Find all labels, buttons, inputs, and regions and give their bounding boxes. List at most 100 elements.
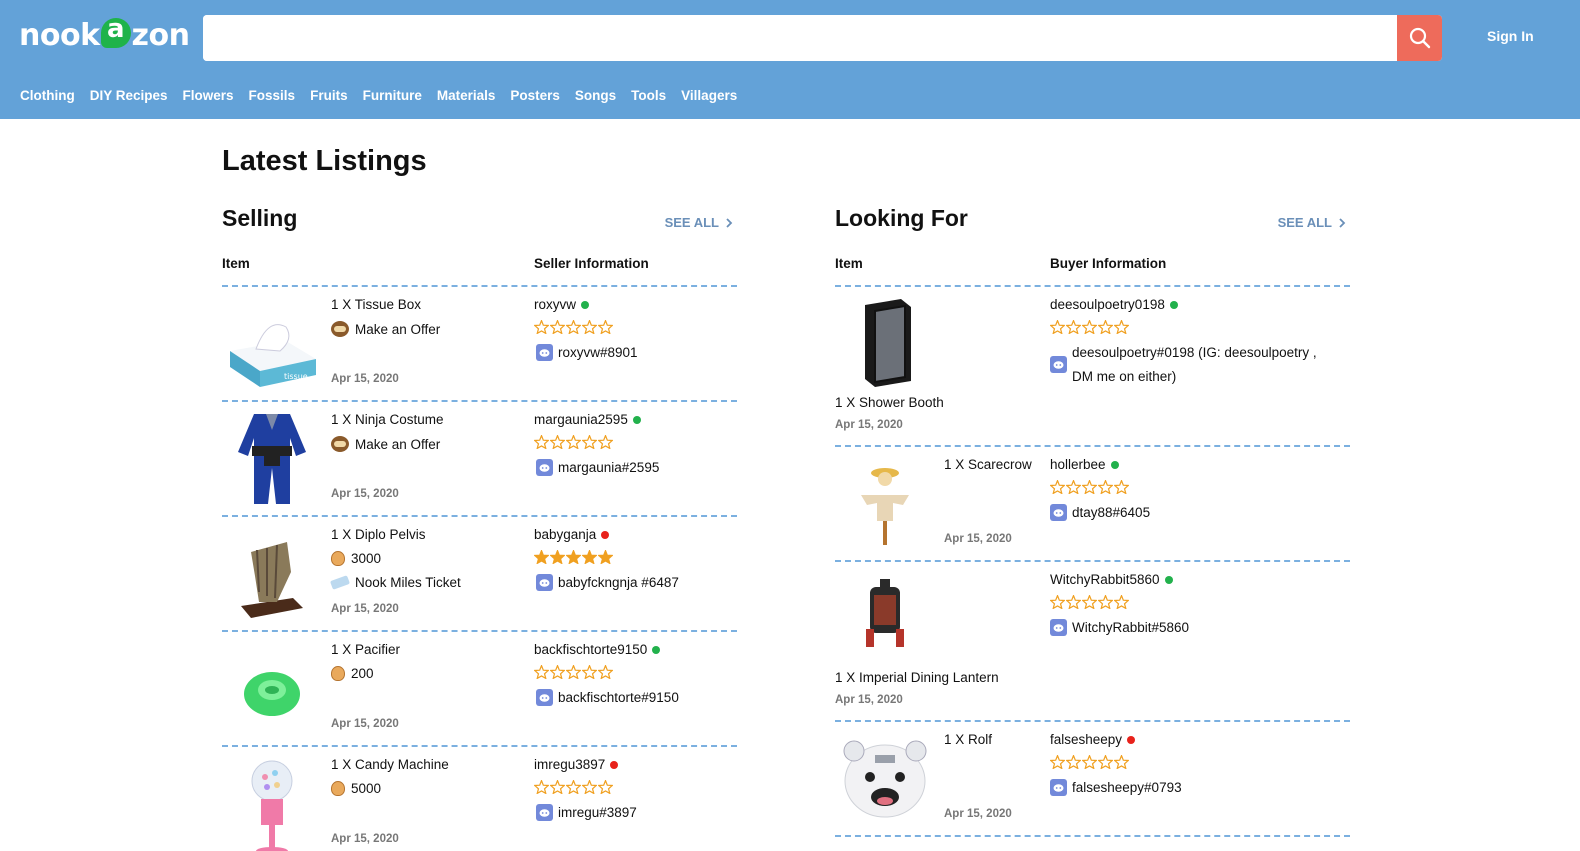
- nav-furniture[interactable]: Furniture: [363, 88, 422, 103]
- seller-name[interactable]: imregu3897: [534, 757, 619, 772]
- discord-contact[interactable]: deesoulpoetry#0198 (IG: deesoulpoetry , D…: [1050, 341, 1350, 389]
- pacifier-image: [224, 644, 320, 740]
- selling-row[interactable]: 1 X Candy Machine 5000 Apr 15, 2020 imre…: [222, 745, 737, 851]
- discord-handle: imregu#3897: [558, 805, 637, 820]
- nav-flowers[interactable]: Flowers: [183, 88, 234, 103]
- online-status-dot: [581, 300, 590, 309]
- star-outline-icon: [1098, 320, 1113, 334]
- star-outline-icon: [1082, 320, 1097, 334]
- star-outline-icon: [1050, 595, 1065, 609]
- selling-row[interactable]: 1 X Pacifier 200 Apr 15, 2020 backfischt…: [222, 630, 737, 745]
- discord-icon: [536, 344, 553, 361]
- selling-row[interactable]: 1 X Ninja Costume Make an Offer Apr 15, …: [222, 400, 737, 515]
- seller-name[interactable]: backfischtorte9150: [534, 642, 661, 657]
- looking-col-item: Item: [835, 256, 863, 271]
- seller-name[interactable]: roxyvw: [534, 297, 590, 312]
- candy-machine-image: [224, 757, 320, 851]
- shower-booth-image: [837, 297, 933, 387]
- nav-fossils[interactable]: Fossils: [249, 88, 296, 103]
- discord-icon: [536, 689, 553, 706]
- sign-in-link[interactable]: Sign In: [1487, 28, 1534, 44]
- looking-see-all-link[interactable]: SEE ALL: [1278, 215, 1346, 230]
- item-name[interactable]: 1 X Rolf: [944, 732, 992, 747]
- buyer-rating: [1050, 755, 1129, 769]
- selling-title: Selling: [222, 205, 298, 231]
- seller-name[interactable]: babyganja: [534, 527, 610, 542]
- online-status-dot: [1169, 300, 1178, 309]
- nav-clothing[interactable]: Clothing: [20, 88, 75, 103]
- discord-contact[interactable]: margaunia#2595: [536, 456, 659, 480]
- discord-contact[interactable]: falsesheepy#0793: [1050, 776, 1182, 800]
- category-nav: Clothing DIY Recipes Flowers Fossils Fru…: [20, 88, 752, 103]
- item-name[interactable]: 1 X Scarecrow: [944, 457, 1032, 472]
- looking-for-title: Looking For: [835, 205, 968, 231]
- discord-handle: roxyvw#8901: [558, 345, 638, 360]
- rolf-villager-image: [837, 732, 933, 828]
- nav-villagers[interactable]: Villagers: [681, 88, 737, 103]
- discord-contact[interactable]: backfischtorte#9150: [536, 686, 679, 710]
- item-name[interactable]: 1 X Pacifier: [331, 642, 400, 657]
- discord-contact[interactable]: roxyvw#8901: [536, 341, 638, 365]
- discord-contact[interactable]: babyfckngnja #6487: [536, 571, 679, 595]
- star-filled-icon: [598, 550, 613, 564]
- discord-handle: babyfckngnja #6487: [558, 575, 679, 590]
- item-name[interactable]: 1 X Candy Machine: [331, 757, 449, 772]
- item-name[interactable]: 1 X Diplo Pelvis: [331, 527, 426, 542]
- looking-row[interactable]: 1 X Imperial Dining Lantern Apr 15, 2020…: [835, 560, 1350, 720]
- discord-contact[interactable]: WitchyRabbit#5860: [1050, 616, 1189, 640]
- selling-row[interactable]: 1 X Diplo Pelvis 3000 Nook Miles Ticket …: [222, 515, 737, 630]
- buyer-name[interactable]: deesoulpoetry0198: [1050, 297, 1178, 312]
- selling-see-all-link[interactable]: SEE ALL: [665, 215, 733, 230]
- nav-posters[interactable]: Posters: [510, 88, 560, 103]
- discord-contact[interactable]: dtay88#6405: [1050, 501, 1150, 525]
- star-outline-icon: [1066, 480, 1081, 494]
- price: Make an Offer: [331, 321, 440, 337]
- star-outline-icon: [598, 780, 613, 794]
- star-outline-icon: [1098, 480, 1113, 494]
- star-outline-icon: [1050, 480, 1065, 494]
- nav-diy-recipes[interactable]: DIY Recipes: [90, 88, 168, 103]
- offline-status-dot: [610, 760, 619, 769]
- logo-leaf-letter: a: [107, 14, 125, 44]
- buyer-name[interactable]: hollerbee: [1050, 457, 1119, 472]
- buyer-name[interactable]: WitchyRabbit5860: [1050, 572, 1173, 587]
- star-outline-icon: [1114, 320, 1129, 334]
- looking-row[interactable]: 1 X Shower Booth Apr 15, 2020 deesoulpoe…: [835, 285, 1350, 445]
- search-button[interactable]: [1397, 15, 1442, 61]
- ninja-costume-image: [224, 408, 320, 508]
- item-name[interactable]: 1 X Shower Booth: [835, 395, 944, 410]
- star-outline-icon: [1114, 595, 1129, 609]
- price-text: 200: [351, 666, 374, 681]
- looking-list: 1 X Shower Booth Apr 15, 2020 deesoulpoe…: [835, 285, 1350, 837]
- discord-icon: [1050, 504, 1067, 521]
- buyer-name[interactable]: falsesheepy: [1050, 732, 1136, 747]
- star-outline-icon: [534, 435, 549, 449]
- nav-materials[interactable]: Materials: [437, 88, 496, 103]
- discord-handle-wrap: deesoulpoetry#0198 (IG: deesoulpoetry , D…: [1072, 341, 1317, 389]
- buyer-username: hollerbee: [1050, 457, 1106, 472]
- tanuki-icon: [331, 436, 349, 452]
- selling-row[interactable]: tissue 1 X Tissue Box Make an Offer Apr …: [222, 285, 737, 400]
- star-outline-icon: [1050, 755, 1065, 769]
- seller-name[interactable]: margaunia2595: [534, 412, 641, 427]
- discord-icon: [1050, 619, 1067, 636]
- bell-bag-icon: [331, 666, 345, 681]
- star-outline-icon: [566, 320, 581, 334]
- looking-row[interactable]: 1 X Scarecrow Apr 15, 2020 hollerbee dta…: [835, 445, 1350, 560]
- seller-username: margaunia2595: [534, 412, 628, 427]
- nav-tools[interactable]: Tools: [631, 88, 666, 103]
- search-input[interactable]: [203, 15, 1397, 61]
- leaf-icon: a: [100, 14, 131, 48]
- buyer-username: deesoulpoetry0198: [1050, 297, 1165, 312]
- item-name[interactable]: 1 X Ninja Costume: [331, 412, 444, 427]
- item-name[interactable]: 1 X Tissue Box: [331, 297, 421, 312]
- nav-fruits[interactable]: Fruits: [310, 88, 348, 103]
- item-name[interactable]: 1 X Imperial Dining Lantern: [835, 670, 999, 685]
- star-outline-icon: [598, 665, 613, 679]
- discord-icon: [536, 574, 553, 591]
- looking-row[interactable]: 1 X Rolf Apr 15, 2020 falsesheepy falses…: [835, 720, 1350, 835]
- nav-songs[interactable]: Songs: [575, 88, 616, 103]
- nookazon-logo[interactable]: nook a zon: [19, 14, 190, 58]
- discord-contact[interactable]: imregu#3897: [536, 801, 637, 825]
- star-outline-icon: [582, 320, 597, 334]
